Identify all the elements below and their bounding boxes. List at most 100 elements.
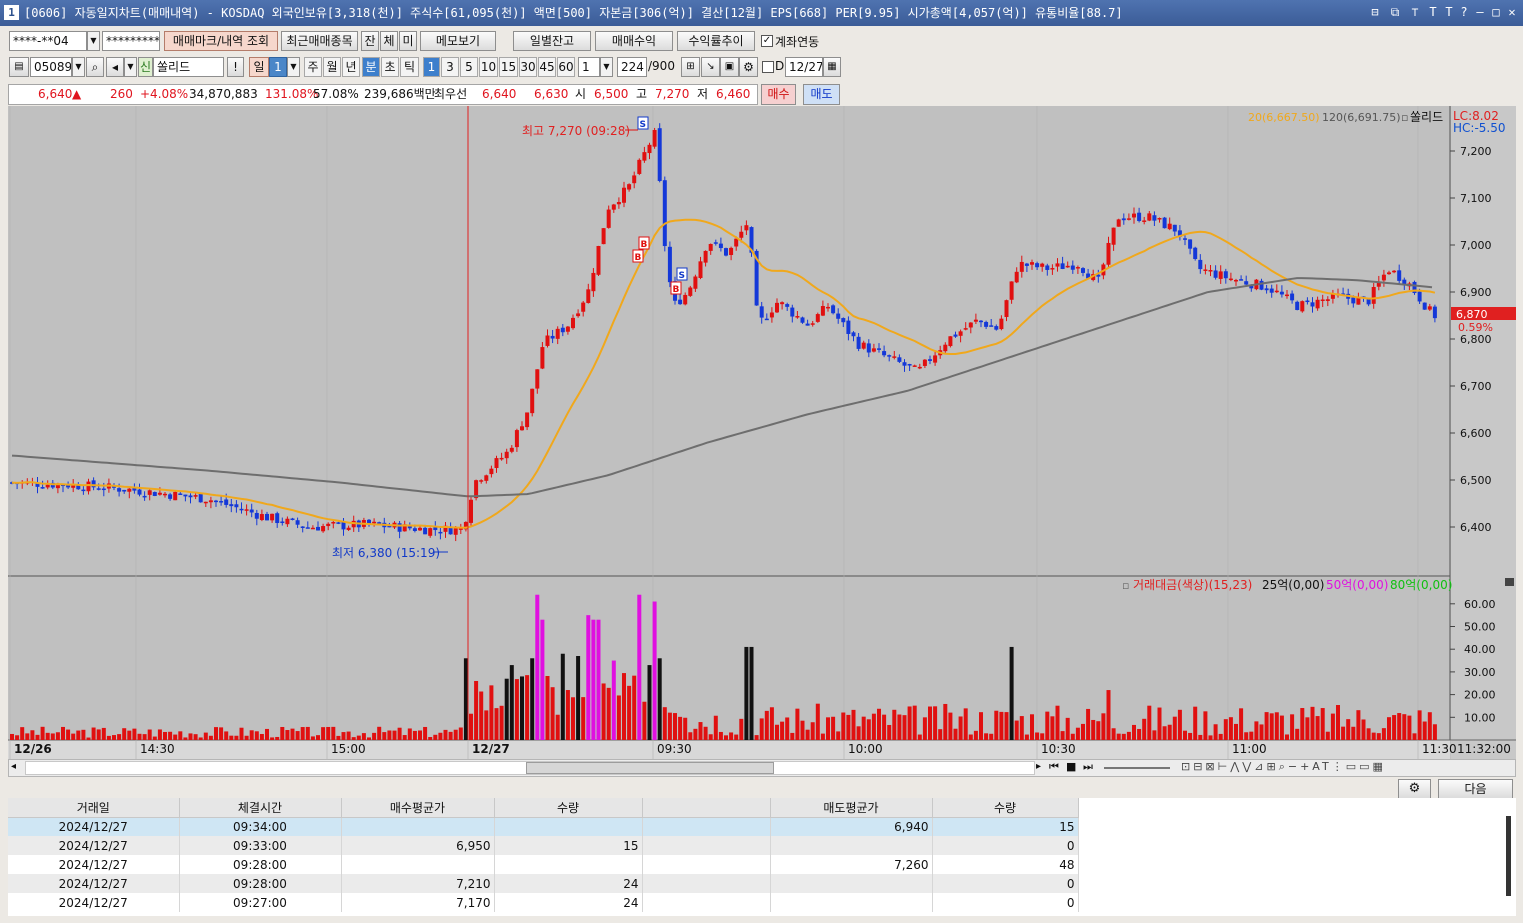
account-input[interactable]: ****-**04 [9,31,87,51]
interval-60[interactable]: 60 [557,57,575,77]
memo-button[interactable]: 메모보기 [420,31,496,51]
table-cell: 09:27:00 [179,893,342,912]
table-row[interactable]: 2024/12/27 09:27:00 7,170 24 0 [8,893,1079,912]
stock-name-field[interactable]: 쏠리드 [153,57,224,77]
period-value[interactable]: 1 [269,57,287,77]
candle-body [96,488,101,490]
playback-first-icon[interactable]: ⏮ [1049,760,1059,774]
volume-bar [1086,708,1091,740]
interval-30[interactable]: 30 [519,57,537,77]
close-icon[interactable]: ✕ [1504,4,1520,21]
minimize-icon[interactable]: — [1472,4,1488,21]
trade-mark-button[interactable]: 매매마크/내역 조회 [164,31,278,51]
next-button[interactable]: 다음 [1438,779,1513,799]
playback-stop-icon[interactable]: ■ [1066,760,1076,773]
code-search-icon[interactable]: ▤ [9,57,29,77]
interval-5[interactable]: 5 [460,57,478,77]
scroll-left-icon[interactable]: ◂ [11,761,16,772]
volume-bar [540,619,545,740]
gear-icon[interactable]: ⚙ [739,57,758,77]
sell-button[interactable]: 매도 [803,84,840,105]
period-month[interactable]: 월 [323,57,341,77]
speaker-dropdown-icon[interactable]: ▼ [124,57,137,77]
period-dropdown-icon[interactable]: ▼ [287,57,300,77]
volume-bar [1101,713,1106,740]
speed-slider[interactable] [1104,767,1170,769]
buy-button[interactable]: 매수 [761,84,796,105]
period-week[interactable]: 주 [304,57,322,77]
balance-button[interactable]: 잔 [361,31,379,51]
col-exec-time: 체결시간 [179,798,342,818]
table-cell [642,893,771,912]
pin-icon[interactable]: ⊤ [1407,4,1423,21]
period-second[interactable]: 초 [381,57,399,77]
volume-bar [1208,735,1213,740]
speaker-icon[interactable]: ◂ [106,57,124,77]
stock-code-input[interactable]: 050890 [30,57,72,77]
panel-close-icon[interactable] [1505,578,1514,586]
password-input[interactable]: ********* [102,31,160,51]
volume-bar [994,710,999,740]
period-year[interactable]: 년 [342,57,360,77]
scroll-right-icon[interactable]: ▸ [1036,761,1041,772]
table-row[interactable]: 2024/12/27 09:34:00 6,940 15 [8,817,1079,836]
interval-15[interactable]: 15 [499,57,518,77]
interval-10[interactable]: 10 [479,57,498,77]
help-icon[interactable]: ? [1456,4,1472,21]
account-link-checkbox[interactable]: ✓ [761,35,773,47]
count-input[interactable]: 224 [617,57,647,77]
volume-bar [1269,713,1274,740]
alert-button[interactable]: ! [227,57,244,77]
interval-1[interactable]: 1 [423,57,440,77]
font-small-icon[interactable]: T [1441,4,1457,21]
period-day-button[interactable]: 일 [249,57,269,77]
executed-button[interactable]: 체 [380,31,398,51]
return-trend-button[interactable]: 수익률추이 [677,31,755,51]
date-checkbox[interactable] [762,61,774,73]
candle-body [372,521,377,524]
volume-bar [76,730,81,740]
volume-bar [673,713,677,740]
candle-body [550,335,555,339]
interval-45[interactable]: 45 [538,57,556,77]
drawing-tools-icon[interactable]: ⊡⊟⊠⊢⋀⋁⊿⊞⌕−+AT⋮▭▭▦ [1181,760,1386,774]
interval-dropdown-icon[interactable]: ▼ [600,57,613,77]
chart-area[interactable]: 7,200 7,100 7,000 6,900 6,800 6,700 6,600 6,500… [8,106,1516,759]
search-icon[interactable]: ⌕ [86,57,104,77]
volume-bar [504,678,509,740]
font-icon[interactable]: T [1425,4,1441,21]
playback-last-icon[interactable]: ⏭ [1083,760,1093,774]
trade-profit-button[interactable]: 매매수익 [595,31,673,51]
interval-3[interactable]: 3 [441,57,459,77]
period-tick[interactable]: 틱 [400,57,419,77]
grid-scrollbar[interactable] [1506,816,1511,896]
maximize-icon[interactable]: □ [1488,4,1504,21]
code-dropdown-icon[interactable]: ▼ [72,57,85,77]
candlestick-chart[interactable]: 7,200 7,100 7,000 6,900 6,800 6,700 6,600 6,500… [8,106,1516,759]
calendar-icon[interactable]: ▦ [823,57,841,77]
restore-layout-icon[interactable]: ⧉ [1387,4,1403,21]
scroll-thumb[interactable] [526,762,774,774]
volume-bar [397,727,402,740]
scroll-track[interactable] [25,761,1035,775]
layout-icon[interactable]: ⊟ [1367,4,1383,21]
candle-body [1081,268,1085,273]
table-row[interactable]: 2024/12/27 09:28:00 7,210 24 0 [8,874,1079,893]
unfilled-button[interactable]: 미 [399,31,417,51]
period-minute[interactable]: 분 [362,57,380,77]
best-price-label: 최우선 [434,87,468,101]
indicator-icon[interactable]: ⊞ [681,57,700,77]
save-icon[interactable]: ▣ [720,57,739,77]
recent-trades-button[interactable]: 최근매매종목 [281,31,358,51]
candle-body [270,513,275,521]
account-dropdown-icon[interactable]: ▼ [87,31,100,51]
grid-settings-icon[interactable]: ⚙ [1398,779,1431,799]
table-row[interactable]: 2024/12/27 09:28:00 7,260 48 [8,855,1079,874]
trendline-icon[interactable]: ↘ [701,57,720,77]
volume-bar [596,619,601,740]
interval-input[interactable]: 1 [578,57,600,77]
table-row[interactable]: 2024/12/27 09:33:00 6,950 15 0 [8,836,1079,855]
daily-balance-button[interactable]: 일별잔고 [513,31,591,51]
date-input[interactable]: 12/27 [785,57,823,77]
volume-bar [40,726,45,740]
